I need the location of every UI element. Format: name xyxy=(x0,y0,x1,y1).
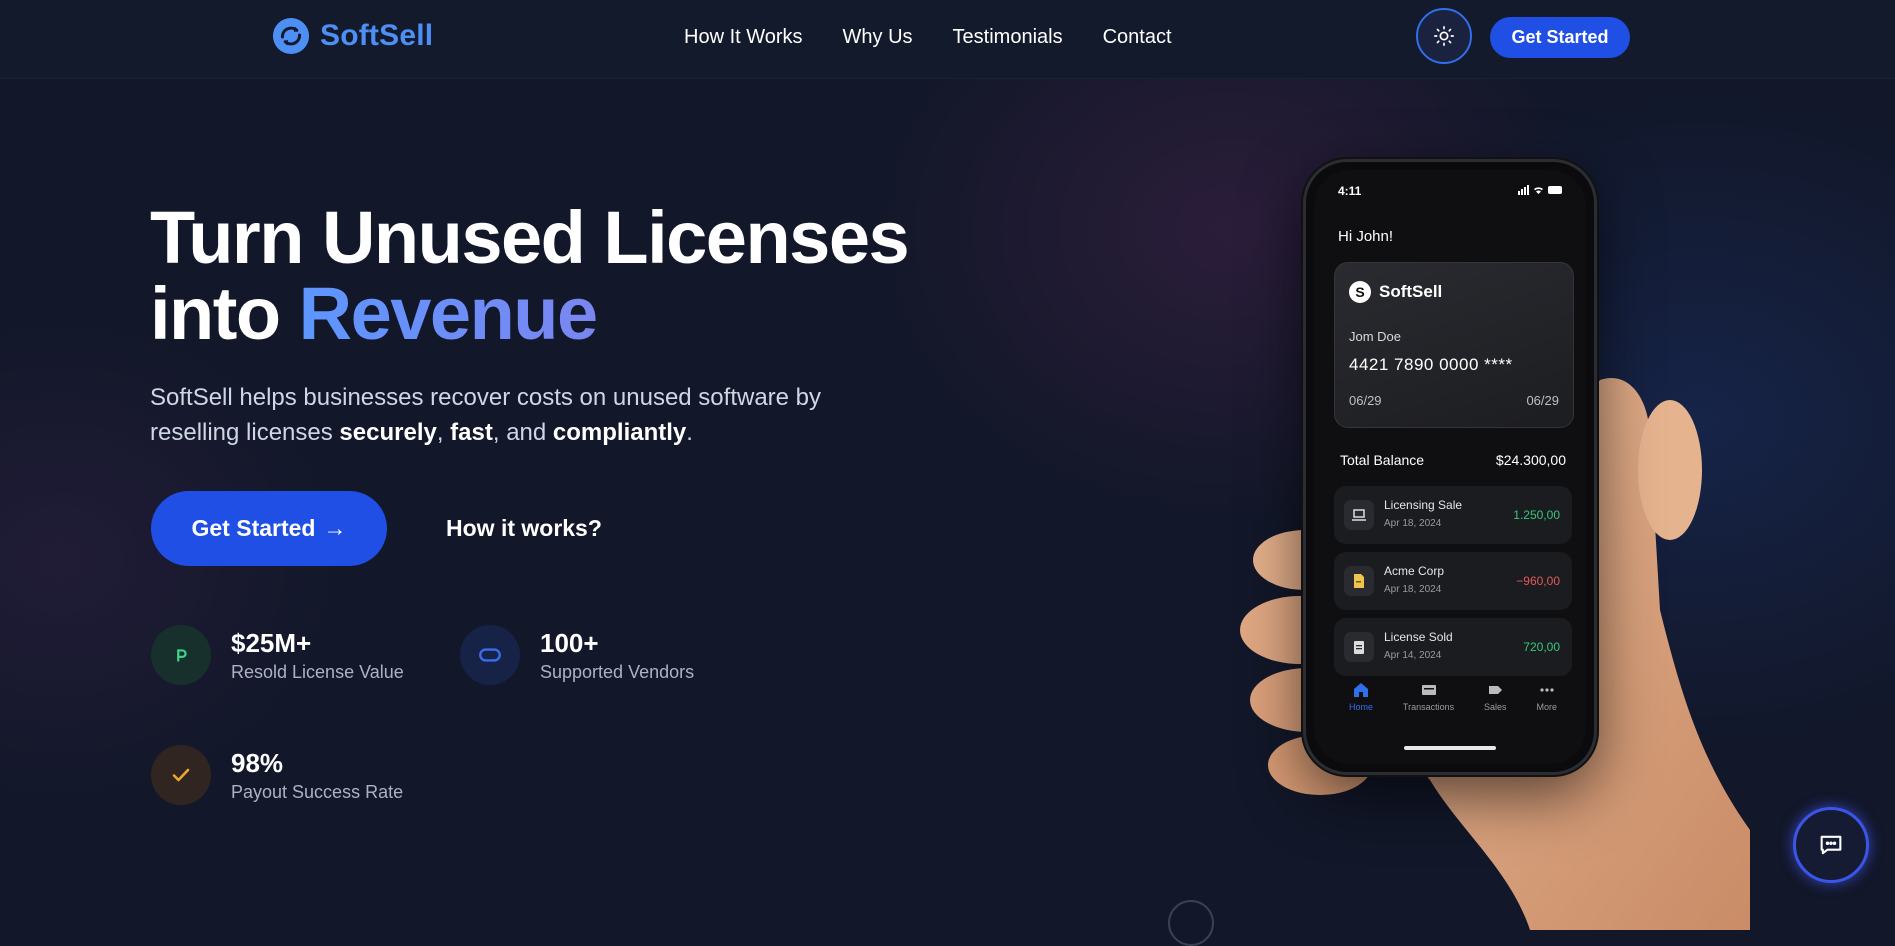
cta-label: Get Started xyxy=(191,515,316,541)
stat-resold-value: $25M+ Resold License Value xyxy=(151,625,404,685)
subtitle-bold-compliantly: compliantly xyxy=(552,419,687,446)
tab-label: Transactions xyxy=(1402,702,1455,712)
card-expiry-right: 06/29 xyxy=(1526,393,1559,408)
transaction-title: Licensing Sale xyxy=(1384,498,1463,512)
home-indicator xyxy=(1404,746,1496,750)
tab-label: More xyxy=(1536,702,1558,712)
card-expiry-left: 06/29 xyxy=(1349,393,1382,408)
hero-title-line1: Turn Unused Licenses xyxy=(150,196,910,279)
arrow-right-icon: → xyxy=(323,515,347,541)
tab-more[interactable]: More xyxy=(1536,682,1558,738)
header-get-started-button[interactable]: Get Started xyxy=(1490,17,1630,58)
transaction-row[interactable]: Acme Corp Apr 18, 2024 −960,00 xyxy=(1334,552,1572,610)
payment-card: S SoftSell Jom Doe 4421 7890 0000 **** 0… xyxy=(1334,262,1574,428)
hero-title: Turn Unused Licenses into Revenue xyxy=(150,200,910,355)
balance-value: $24.300,00 xyxy=(1495,452,1566,468)
stat-label: Supported Vendors xyxy=(540,661,695,682)
site-header: SoftSell How It Works Why Us Testimonial… xyxy=(0,0,1895,79)
brand-name: SoftSell xyxy=(320,19,434,52)
chat-icon xyxy=(1820,835,1842,855)
stat-value: 100+ xyxy=(540,627,599,658)
transaction-amount: 720,00 xyxy=(1523,640,1560,654)
stat-value: 98% xyxy=(231,747,284,778)
stat-vendors: 100+ Supported Vendors xyxy=(460,625,694,685)
stat-payout-rate: 98% Payout Success Rate xyxy=(151,745,403,805)
card-brand-name: SoftSell xyxy=(1379,282,1443,301)
transaction-date: Apr 14, 2024 xyxy=(1384,650,1442,661)
transaction-title: Acme Corp xyxy=(1384,564,1445,578)
softsell-s-icon: S xyxy=(1349,281,1371,303)
clipboard-icon xyxy=(1344,632,1374,662)
document-icon xyxy=(1344,566,1374,596)
phone-mockup: 4:11 Hi John! S SoftSell Jom Doe 4421 78… xyxy=(1303,159,1597,775)
laptop-icon xyxy=(1344,500,1374,530)
stat-label: Payout Success Rate xyxy=(231,781,404,802)
nav-link-contact[interactable]: Contact xyxy=(1103,26,1172,49)
balance-label: Total Balance xyxy=(1340,452,1425,468)
how-it-works-link[interactable]: How it works? xyxy=(446,515,602,542)
tab-sales[interactable]: Sales xyxy=(1484,682,1507,738)
brand-logo[interactable]: SoftSell xyxy=(272,17,433,55)
transactions-icon xyxy=(1421,685,1436,695)
stat-value: $25M+ xyxy=(231,627,312,658)
phone-tab-bar: Home Transactions Sales More xyxy=(1334,682,1572,738)
transaction-date: Apr 18, 2024 xyxy=(1384,584,1442,595)
stat-label: Resold License Value xyxy=(231,661,404,682)
transaction-amount: −960,00 xyxy=(1516,574,1560,588)
subtitle-bold-fast: fast xyxy=(450,419,493,446)
card-brand: S SoftSell xyxy=(1349,281,1442,303)
main-nav: How It Works Why Us Testimonials Contact xyxy=(684,26,1172,49)
hero-get-started-button[interactable]: Get Started → xyxy=(151,491,387,566)
sales-tag-icon xyxy=(1489,686,1503,694)
phone-time: 4:11 xyxy=(1338,184,1362,198)
check-icon xyxy=(151,745,211,805)
more-dots-icon xyxy=(1540,688,1554,692)
currency-icon xyxy=(151,625,211,685)
transaction-title: License Sold xyxy=(1384,630,1453,644)
tab-label: Home xyxy=(1348,702,1373,712)
hero-title-highlight: Revenue xyxy=(298,272,598,355)
theme-toggle-button[interactable] xyxy=(1416,8,1472,64)
vendors-icon xyxy=(460,625,520,685)
phone-screen: 4:11 Hi John! S SoftSell Jom Doe 4421 78… xyxy=(1314,170,1586,764)
nav-link-why-us[interactable]: Why Us xyxy=(843,26,913,49)
home-icon xyxy=(1353,683,1368,697)
phone-greeting: Hi John! xyxy=(1338,228,1394,245)
signal-wifi-battery-icon xyxy=(1518,184,1564,198)
total-balance-row: Total Balance $24.300,00 xyxy=(1340,452,1566,468)
scroll-down-indicator[interactable] xyxy=(1168,900,1214,946)
hero-subtitle: SoftSell helps businesses recover costs … xyxy=(150,380,910,450)
subtitle-sep: , xyxy=(436,419,451,446)
tab-transactions[interactable]: Transactions xyxy=(1403,682,1454,738)
tab-home[interactable]: Home xyxy=(1349,682,1373,738)
subtitle-sep: , and xyxy=(492,419,553,446)
nav-link-testimonials[interactable]: Testimonials xyxy=(953,26,1063,49)
card-number: 4421 7890 0000 **** xyxy=(1349,355,1513,374)
transaction-date: Apr 18, 2024 xyxy=(1384,518,1442,529)
subtitle-bold-securely: securely xyxy=(339,419,437,446)
card-holder: Jom Doe xyxy=(1349,329,1402,344)
tab-label: Sales xyxy=(1484,702,1507,712)
sync-logo-icon xyxy=(272,17,310,55)
sun-icon xyxy=(1434,26,1454,46)
transaction-row[interactable]: License Sold Apr 14, 2024 720,00 xyxy=(1334,618,1572,676)
subtitle-end: . xyxy=(686,419,693,446)
chat-button[interactable] xyxy=(1793,807,1869,883)
phone-status-bar: 4:11 xyxy=(1338,184,1564,198)
hero-title-prefix: into xyxy=(150,272,299,355)
nav-link-how-it-works[interactable]: How It Works xyxy=(684,26,803,49)
transaction-amount: 1.250,00 xyxy=(1513,508,1560,522)
transaction-row[interactable]: Licensing Sale Apr 18, 2024 1.250,00 xyxy=(1334,486,1572,544)
